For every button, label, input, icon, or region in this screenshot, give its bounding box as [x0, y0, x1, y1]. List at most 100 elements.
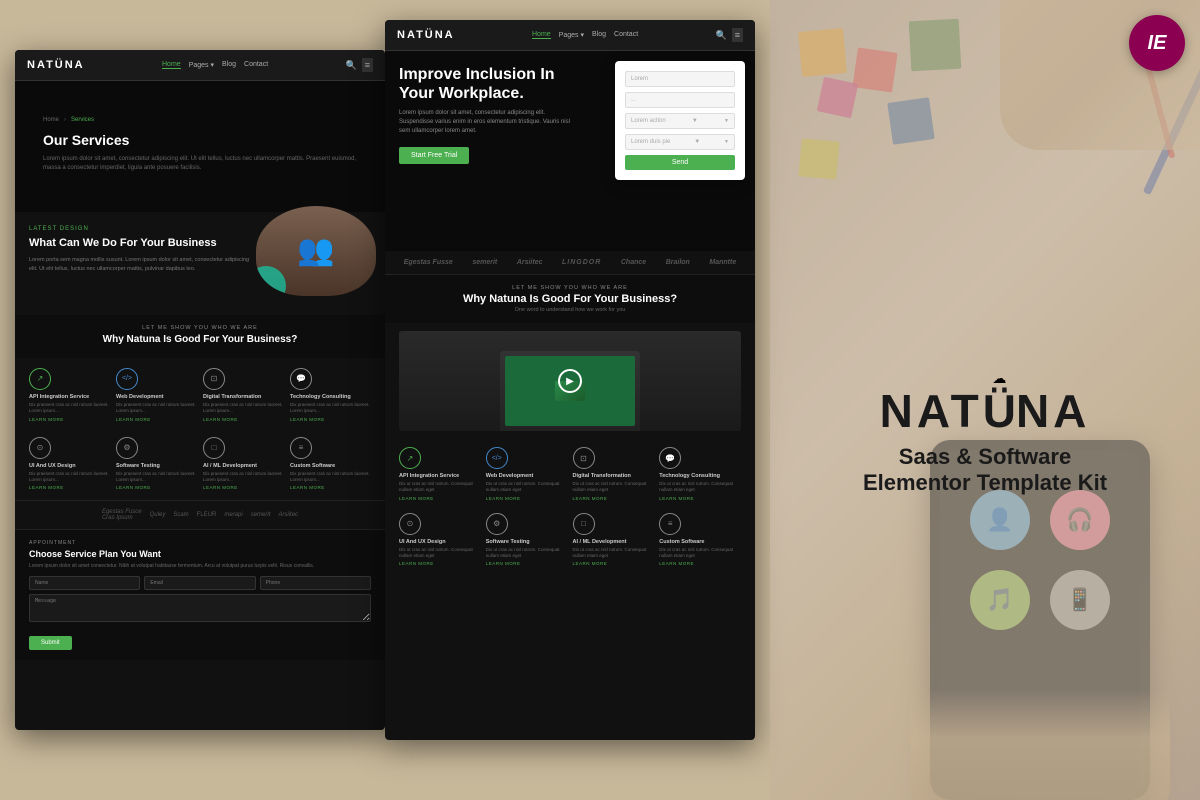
s2-search-icon[interactable]: 🔍 [716, 30, 727, 41]
service-ai-icon-box: □ [203, 437, 225, 459]
why-tag: LET ME SHOW YOU WHO WE ARE [29, 325, 371, 331]
s2-logo-arsiitec: Arsiitec [517, 259, 543, 266]
s2-custom-name: Custom Software [659, 539, 741, 545]
s2-service-test: ⚙ Software Testing Dix ut cras ac nisl r… [486, 513, 568, 567]
s2-logo-manntte: Manntte [709, 259, 736, 266]
service-digital-name: Digital Transformation [203, 394, 284, 400]
right-panel: IE NAT Ü ☁ NA Saas & Software Elementor … [770, 0, 1200, 800]
s2-digital-desc: Dix ut cras ac nisl rutrum. Consequat nu… [573, 481, 655, 494]
nav-link-pages[interactable]: Pages ▾ [189, 61, 214, 69]
s2-tech-learn-more[interactable]: LEARN MORE [659, 496, 741, 501]
s2-service-web: </> Web Development Dix ut cras ac nisl … [486, 447, 568, 501]
s2-service-tech: 💬 Technology Consulting Dix ut cras ac n… [659, 447, 741, 501]
nav-link-blog[interactable]: Blog [222, 61, 236, 69]
screen2-nav-logo: NATÜNA [397, 29, 455, 41]
service-consulting-icon-box: 💬 [290, 368, 312, 390]
appt-desc: Lorem ipsum dolor sit amet consectetur. … [29, 563, 371, 570]
service-ui-name: UI And UX Design [29, 463, 110, 469]
s2-web-icon-box: </> [486, 447, 508, 469]
form-card-select2[interactable]: Lorem duis pie ▼ [625, 134, 735, 150]
s2-ai-learn-more[interactable]: LEARN MORE [573, 561, 655, 566]
s2-web-learn-more[interactable]: LEARN MORE [486, 496, 568, 501]
appt-message-textarea[interactable] [29, 594, 371, 622]
screen1-hero-subtitle: Lorem ipsum dolor sit amet, consectetur … [43, 155, 357, 172]
nav-link-home[interactable]: Home [162, 61, 181, 69]
s2-nav-blog[interactable]: Blog [592, 31, 606, 39]
s2-menu-icon[interactable]: ≡ [732, 28, 743, 42]
appt-email-input[interactable] [144, 576, 255, 590]
screen1-hero: Home › Services Our Services Lorem ipsum… [15, 81, 385, 212]
brand-name-end: NA [1016, 384, 1090, 438]
service-ai-name: AI / ML Development [203, 463, 284, 469]
screen1-nav-logo: NATÜNA [27, 59, 85, 71]
service-consulting-learn-more[interactable]: LEARN MORE [290, 417, 371, 422]
form-card-field1[interactable]: Lorem [625, 71, 735, 87]
screen-1: NATÜNA Home Pages ▾ Blog Contact 🔍 ≡ Hom… [15, 50, 385, 730]
s2-logo-brailon: Brailon [666, 259, 690, 266]
s2-nav-contact[interactable]: Contact [614, 31, 638, 39]
s2-test-icon: ⚙ [493, 519, 500, 528]
screen2-video[interactable]: ▶ [399, 331, 741, 431]
s2-ai-name: AI / ML Development [573, 539, 655, 545]
s2-api-desc: Dix ut cras ac nisl rutrum. Consequat nu… [399, 481, 481, 494]
service-web: </> Web Development Dix praesent cras ac… [116, 368, 197, 422]
screen2-nav: NATÜNA Home Pages ▾ Blog Contact 🔍 ≡ [385, 20, 755, 51]
appt-submit-button[interactable]: Submit [29, 636, 72, 650]
s2-nav-home[interactable]: Home [532, 31, 551, 39]
service-digital-desc: Dix praesent cras ac nisl rutrum laoreet… [203, 402, 284, 415]
brand-section: NAT Ü ☁ NA Saas & Software Elementor Tem… [863, 384, 1107, 496]
play-button[interactable]: ▶ [558, 369, 582, 393]
service-web-learn-more[interactable]: LEARN MORE [116, 417, 197, 422]
screen-2: NATÜNA Home Pages ▾ Blog Contact 🔍 ≡ Imp… [385, 20, 755, 740]
logo-merapi: merapi [224, 512, 242, 518]
service-ai-desc: Dix praesent cras ac nisl rutrum laoreet… [203, 471, 284, 484]
service-ui-learn-more[interactable]: LEARN MORE [29, 485, 110, 490]
screen2-hero-title: Improve Inclusion In Your Workplace. [399, 65, 559, 103]
s2-test-learn-more[interactable]: LEARN MORE [486, 561, 568, 566]
service-consulting-desc: Dix praesent cras ac nisl rutrum laoreet… [290, 402, 371, 415]
logo-fleur: FLEUR [197, 512, 217, 518]
s2-ui-learn-more[interactable]: LEARN MORE [399, 561, 481, 566]
s2-ui-name: UI And UX Design [399, 539, 481, 545]
search-icon[interactable]: 🔍 [346, 60, 357, 71]
service-ai-learn-more[interactable]: LEARN MORE [203, 485, 284, 490]
brand-tagline-line1: Saas & Software [863, 444, 1107, 470]
screen1-appointment: APPOINTMENT Choose Service Plan You Want… [15, 530, 385, 660]
service-ui-desc: Dix praesent cras ac nisl rutrum laoreet… [29, 471, 110, 484]
form-card-select1[interactable]: Lorem action ▼ [625, 113, 735, 129]
service-digital-learn-more[interactable]: LEARN MORE [203, 417, 284, 422]
s2-ui-desc: Dix ut cras ac nisl rutrum. Consequat nu… [399, 547, 481, 560]
menu-icon[interactable]: ≡ [362, 58, 373, 72]
brand-tagline-line2: Elementor Template Kit [863, 470, 1107, 496]
screen1-services-grid: ↗ API Integration Service Dix praesent c… [15, 358, 385, 432]
s2-custom-learn-more[interactable]: LEARN MORE [659, 561, 741, 566]
screen2-cta-button[interactable]: Start Free Trial [399, 147, 469, 164]
form-card-field2[interactable]: ... [625, 92, 735, 108]
api-icon: ↗ [37, 374, 44, 383]
s2-tech-name: Technology Consulting [659, 473, 741, 479]
s2-logo-chance: Chance [621, 259, 646, 266]
service-api-desc: Dix praesent cras ac nisl rutrum laoreet… [29, 402, 110, 415]
appt-name-input[interactable] [29, 576, 140, 590]
s2-service-digital: ⊡ Digital Transformation Dix ut cras ac … [573, 447, 655, 501]
appt-phone-input[interactable] [260, 576, 371, 590]
logo-semerit: semerit [251, 512, 271, 518]
s2-api-learn-more[interactable]: LEARN MORE [399, 496, 481, 501]
why2-title: Why Natuna Is Good For Your Business? [399, 293, 741, 305]
service-custom-desc: Dix praesent cras ac nisl rutrum laoreet… [290, 471, 371, 484]
form-card-submit[interactable]: Send [625, 155, 735, 170]
service-consulting: 💬 Technology Consulting Dix praesent cra… [290, 368, 371, 422]
service-api-learn-more[interactable]: LEARN MORE [29, 417, 110, 422]
s2-service-ui: ⊙ UI And UX Design Dix ut cras ac nisl r… [399, 513, 481, 567]
screen2-why-section: LET ME SHOW YOU WHO WE ARE Why Natuna Is… [385, 275, 755, 323]
service-testing-learn-more[interactable]: LEARN MORE [116, 485, 197, 490]
custom-icon: ≡ [299, 443, 304, 452]
screen2-nav-right: 🔍 ≡ [716, 28, 743, 42]
service-ai: □ AI / ML Development Dix praesent cras … [203, 437, 284, 491]
service-custom-learn-more[interactable]: LEARN MORE [290, 485, 371, 490]
s2-digital-learn-more[interactable]: LEARN MORE [573, 496, 655, 501]
logo-quley: Quley [150, 512, 166, 518]
nav-link-contact[interactable]: Contact [244, 61, 268, 69]
s2-nav-pages[interactable]: Pages ▾ [559, 31, 584, 39]
appt-tag: APPOINTMENT [29, 540, 371, 546]
